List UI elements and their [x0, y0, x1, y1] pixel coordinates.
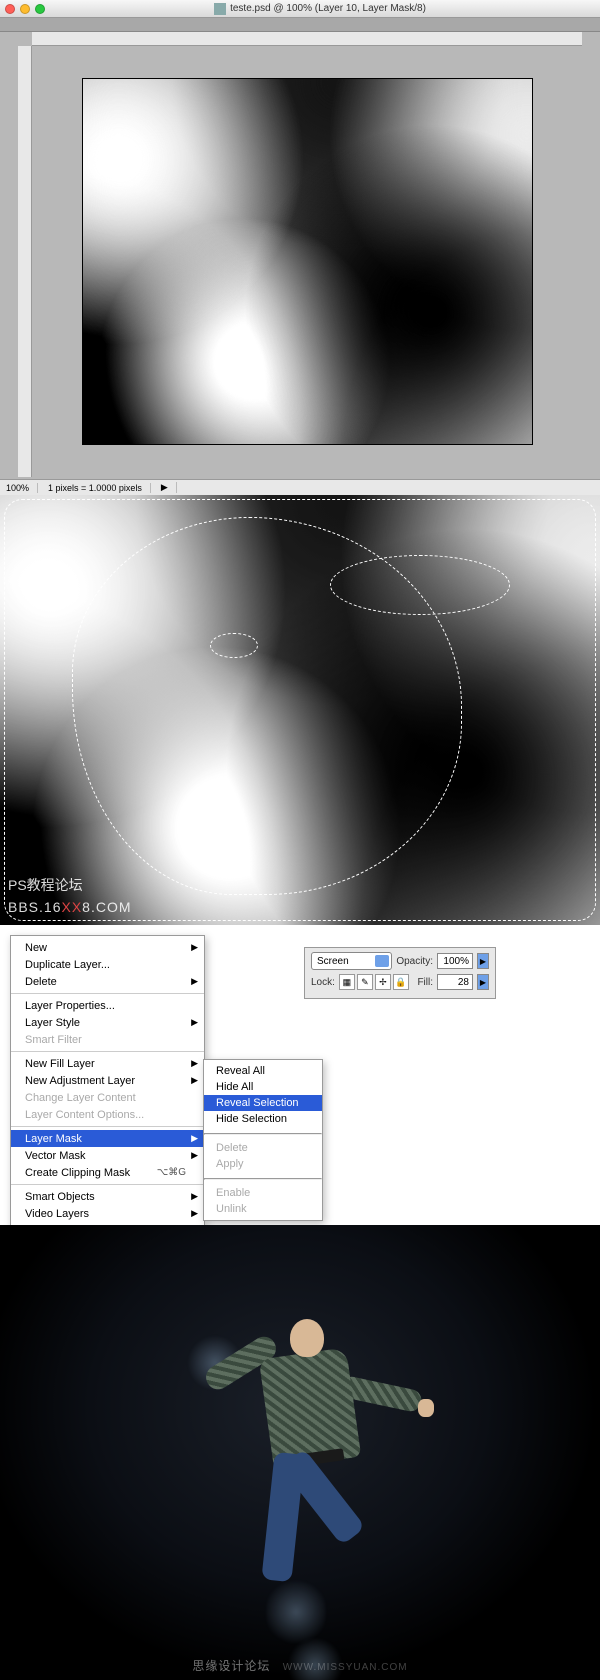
submenu-hide-all[interactable]: Hide All [204, 1079, 322, 1095]
menu-video-layers[interactable]: Video Layers▶ [11, 1205, 204, 1222]
watermark: 思缘设计论坛 WWW.MISSYUAN.COM [0, 1657, 600, 1674]
menu-layer-mask[interactable]: Layer Mask▶ [11, 1130, 204, 1147]
opacity-slider-icon[interactable]: ▶ [477, 953, 489, 969]
status-arrow-icon[interactable]: ▶ [161, 482, 177, 493]
titlebar: teste.psd @ 100% (Layer 10, Layer Mask/8… [0, 0, 600, 18]
submenu-unlink: Unlink [204, 1201, 322, 1217]
blend-mode-select[interactable]: Screen [311, 952, 392, 970]
layer-options-panel: Screen Opacity: 100% ▶ Lock: ▦ ✎ ✢ 🔒 Fil… [304, 947, 496, 999]
menu-new-fill-layer[interactable]: New Fill Layer▶ [11, 1055, 204, 1072]
submenu-reveal-selection[interactable]: Reveal Selection [204, 1095, 322, 1111]
menu-duplicate-layer[interactable]: Duplicate Layer... [11, 956, 204, 973]
minimize-icon[interactable] [20, 4, 30, 14]
submenu-reveal-all[interactable]: Reveal All [204, 1063, 322, 1079]
chevron-right-icon: ▶ [191, 1133, 198, 1144]
lock-all-icon[interactable]: 🔒 [393, 974, 409, 990]
menu-layer-content-options: Layer Content Options... [11, 1106, 204, 1123]
menu-panel: New▶ Duplicate Layer... Delete▶ Layer Pr… [0, 925, 600, 1225]
fill-input[interactable]: 28 [437, 974, 473, 990]
canvas-selection-view[interactable]: PS教程论坛 BBS.16XX8.COM [0, 495, 600, 925]
submenu-apply: Apply [204, 1156, 322, 1172]
canvas-area[interactable] [32, 46, 582, 477]
lock-label: Lock: [311, 977, 335, 988]
chevron-right-icon: ▶ [191, 1208, 198, 1219]
menu-layer-style[interactable]: Layer Style▶ [11, 1014, 204, 1031]
menu-vector-mask[interactable]: Vector Mask▶ [11, 1147, 204, 1164]
opacity-input[interactable]: 100% [437, 953, 473, 969]
close-icon[interactable] [5, 4, 15, 14]
lock-position-icon[interactable]: ✢ [375, 974, 391, 990]
file-icon [214, 3, 226, 15]
ruler-horizontal[interactable] [32, 32, 582, 46]
menu-layer-properties[interactable]: Layer Properties... [11, 997, 204, 1014]
chevron-right-icon: ▶ [191, 976, 198, 987]
lock-transparency-icon[interactable]: ▦ [339, 974, 355, 990]
menu-smart-objects[interactable]: Smart Objects▶ [11, 1188, 204, 1205]
fill-slider-icon[interactable]: ▶ [477, 974, 489, 990]
menu-new-adjustment-layer[interactable]: New Adjustment Layer▶ [11, 1072, 204, 1089]
chevron-right-icon: ▶ [191, 1058, 198, 1069]
watermark-text: PS教程论坛 [8, 875, 83, 895]
ruler-vertical[interactable] [18, 46, 32, 477]
submenu-enable: Enable [204, 1185, 322, 1201]
menu-delete[interactable]: Delete▶ [11, 973, 204, 990]
chevron-right-icon: ▶ [191, 1017, 198, 1028]
menu-create-clipping-mask[interactable]: Create Clipping Mask⌥⌘G [11, 1164, 204, 1181]
chevron-right-icon: ▶ [191, 1150, 198, 1161]
chevron-right-icon: ▶ [191, 1191, 198, 1202]
chevron-right-icon: ▶ [191, 942, 198, 953]
zoom-level[interactable]: 100% [6, 483, 38, 493]
selection-marquee[interactable] [330, 555, 510, 615]
menu-change-layer-content: Change Layer Content [11, 1089, 204, 1106]
maximize-icon[interactable] [35, 4, 45, 14]
person-figure [170, 1305, 430, 1605]
watermark-url: BBS.16XX8.COM [8, 899, 132, 915]
result-image: 思缘设计论坛 WWW.MISSYUAN.COM [0, 1225, 600, 1680]
menu-new[interactable]: New▶ [11, 939, 204, 956]
submenu-hide-selection[interactable]: Hide Selection [204, 1111, 322, 1127]
photoshop-window: teste.psd @ 100% (Layer 10, Layer Mask/8… [0, 0, 600, 495]
tab-well [0, 18, 600, 32]
clouds-render [83, 79, 532, 443]
fill-label: Fill: [417, 977, 433, 988]
chevron-right-icon: ▶ [191, 1075, 198, 1086]
selection-marquee[interactable] [210, 633, 258, 659]
canvas[interactable] [82, 78, 533, 444]
scale-info: 1 pixels = 1.0000 pixels [48, 483, 151, 493]
lock-pixels-icon[interactable]: ✎ [357, 974, 373, 990]
opacity-label: Opacity: [396, 956, 433, 967]
submenu-delete: Delete [204, 1140, 322, 1156]
document-title: teste.psd @ 100% (Layer 10, Layer Mask/8… [45, 3, 595, 15]
layer-mask-submenu: Reveal All Hide All Reveal Selection Hid… [203, 1059, 323, 1221]
status-bar: 100% 1 pixels = 1.0000 pixels ▶ [0, 479, 600, 495]
menu-smart-filter: Smart Filter [11, 1031, 204, 1048]
